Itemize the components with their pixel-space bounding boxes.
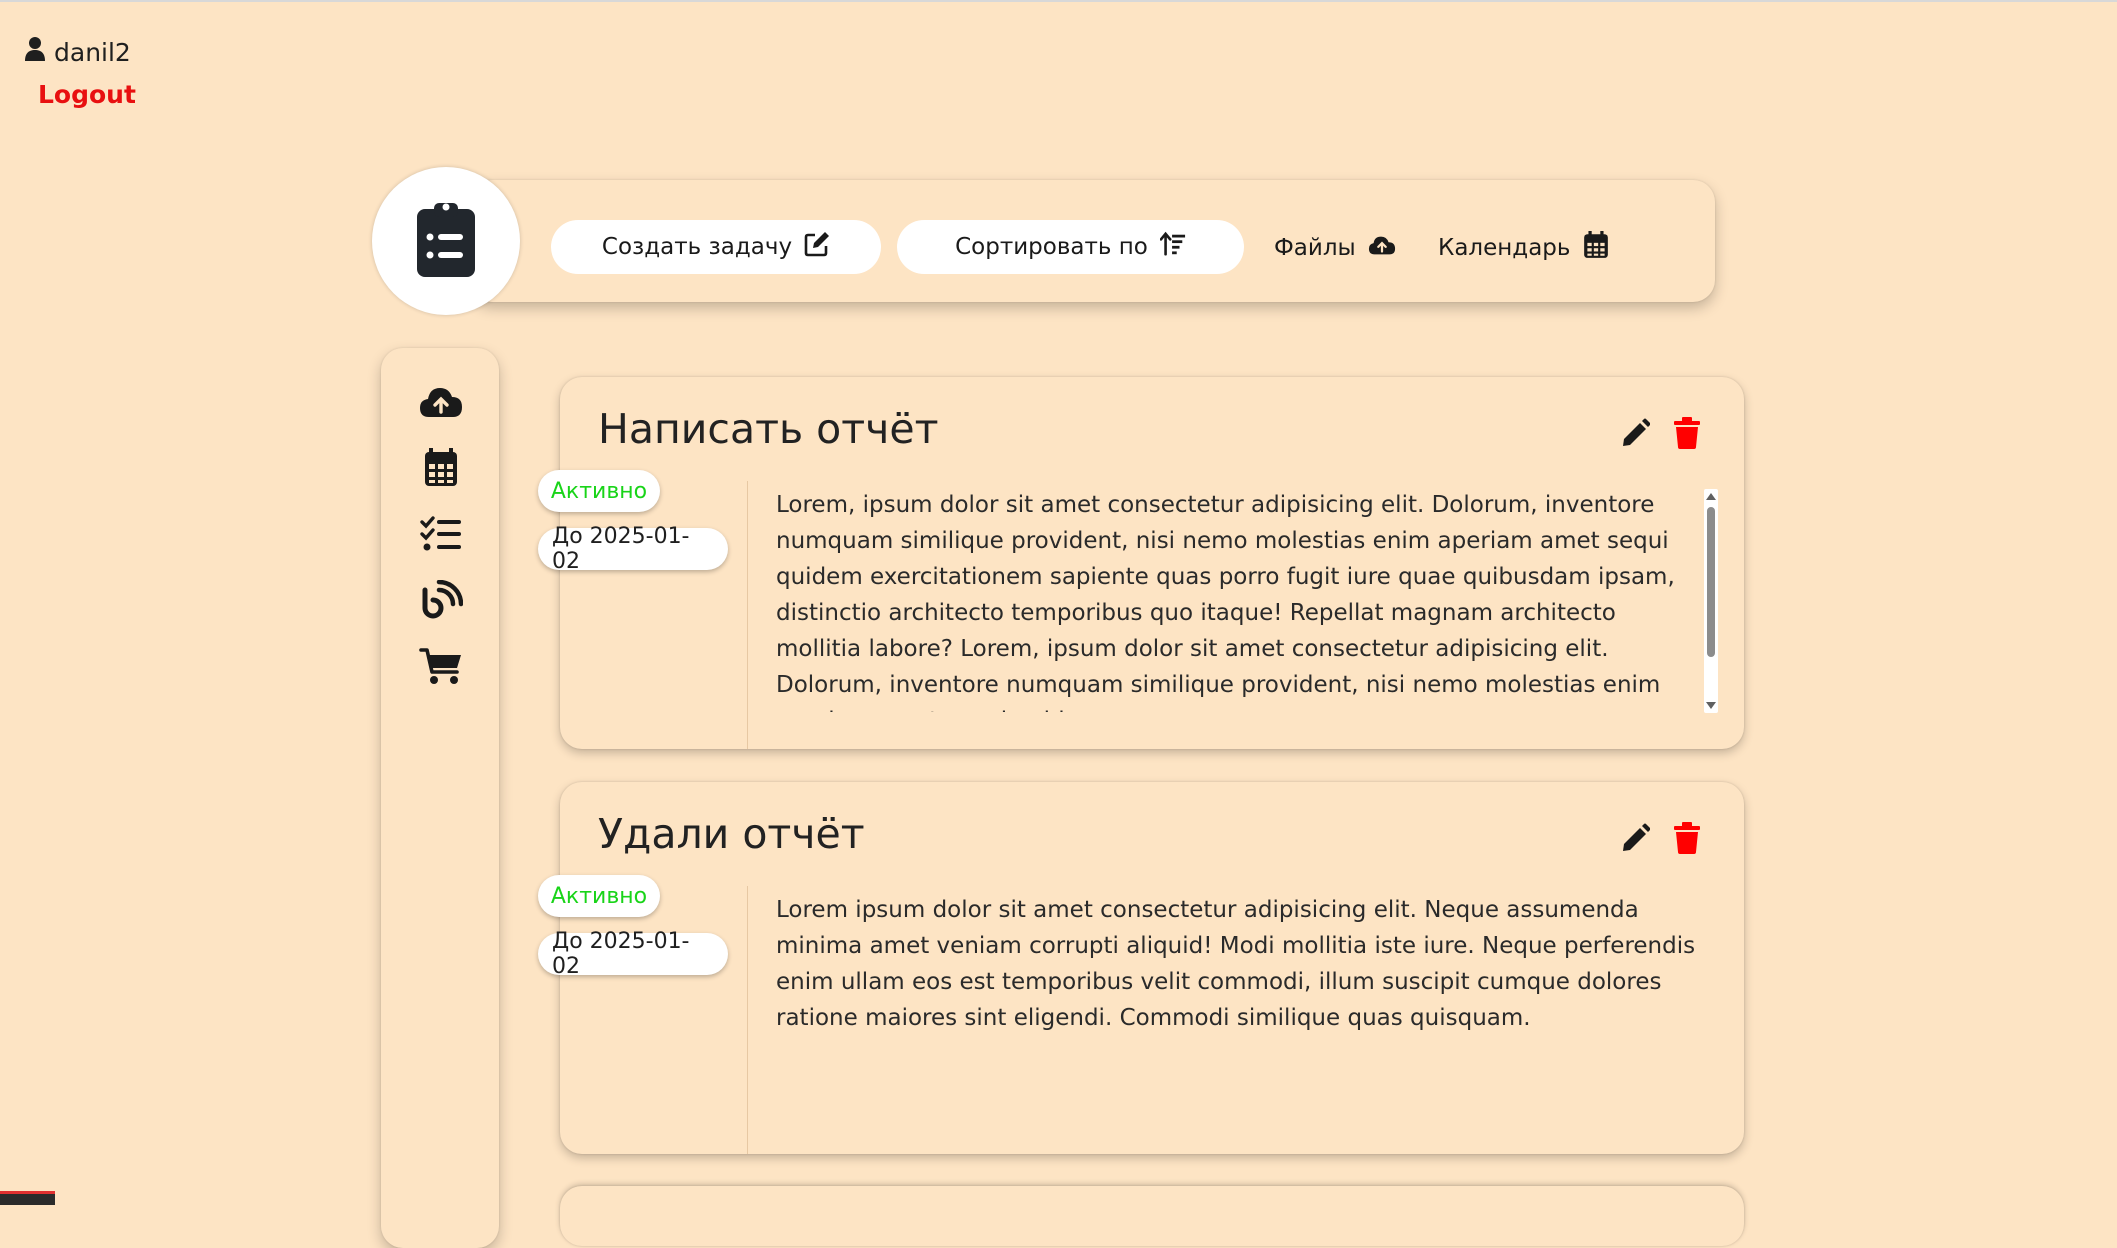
card-divider <box>747 481 748 749</box>
files-button[interactable]: Файлы <box>1274 228 1396 268</box>
task-actions <box>1620 417 1702 449</box>
nav-files[interactable] <box>419 382 463 422</box>
due-date-badge: До 2025-01-02 <box>538 929 728 979</box>
calendar-button[interactable]: Календарь <box>1438 228 1610 268</box>
task-description: Lorem ipsum dolor sit amet consectetur a… <box>776 897 1696 1031</box>
cloud-upload-icon <box>419 388 463 426</box>
task-actions <box>1620 822 1702 854</box>
app-logo <box>372 167 520 315</box>
edit-square-icon <box>804 231 830 263</box>
delete-task-button[interactable] <box>1672 822 1702 854</box>
nav-cart[interactable] <box>419 646 463 686</box>
status-badge: Активно <box>538 875 660 917</box>
cloud-upload-icon <box>1368 231 1396 265</box>
trash-icon <box>1674 417 1700 449</box>
task-description: Lorem, ipsum dolor sit amet consectetur … <box>776 492 1675 712</box>
sort-amount-icon <box>1159 231 1186 263</box>
due-date-badge: До 2025-01-02 <box>538 524 728 574</box>
calendar-icon <box>1582 231 1610 265</box>
calendar-label: Календарь <box>1438 235 1571 261</box>
task-title: Написать отчёт <box>598 405 939 453</box>
task-list-icon <box>419 516 463 558</box>
sort-button[interactable]: Сортировать по <box>897 220 1244 274</box>
files-label: Файлы <box>1274 235 1356 261</box>
corner-tab <box>0 1191 55 1205</box>
card-divider <box>747 886 748 1154</box>
clipboard-list-icon <box>415 199 477 283</box>
user-icon <box>24 36 46 68</box>
blog-icon <box>419 579 464 624</box>
nav-tasks[interactable] <box>419 514 463 554</box>
nav-calendar[interactable] <box>419 448 463 488</box>
task-card-partial <box>560 1186 1744 1246</box>
description-scrollbar[interactable] <box>1704 489 1718 713</box>
calendar-icon <box>419 448 463 492</box>
username: danil2 <box>54 37 131 67</box>
pencil-icon <box>1623 418 1651 446</box>
side-nav <box>381 348 499 1248</box>
user-info: danil2 <box>24 36 131 68</box>
nav-blog[interactable] <box>419 579 464 620</box>
create-task-label: Создать задачу <box>601 234 793 260</box>
logout-link[interactable]: Logout <box>38 80 136 109</box>
delete-task-button[interactable] <box>1672 417 1702 449</box>
task-card: Написать отчёт Lorem, ipsum dolor sit am… <box>560 377 1744 749</box>
edit-task-button[interactable] <box>1620 417 1651 449</box>
cart-icon <box>419 648 463 690</box>
scroll-up-arrow[interactable] <box>1706 493 1716 500</box>
top-border <box>0 0 2117 2</box>
scroll-thumb[interactable] <box>1707 507 1715 657</box>
status-badge: Активно <box>538 470 660 512</box>
pencil-icon <box>1623 823 1651 851</box>
edit-task-button[interactable] <box>1620 822 1651 854</box>
trash-icon <box>1674 822 1700 854</box>
sort-label: Сортировать по <box>955 234 1148 260</box>
task-card: Удали отчёт Lorem ipsum dolor sit amet c… <box>560 782 1744 1154</box>
scroll-down-arrow[interactable] <box>1706 702 1716 709</box>
task-title: Удали отчёт <box>598 810 865 858</box>
create-task-button[interactable]: Создать задачу <box>551 220 881 274</box>
